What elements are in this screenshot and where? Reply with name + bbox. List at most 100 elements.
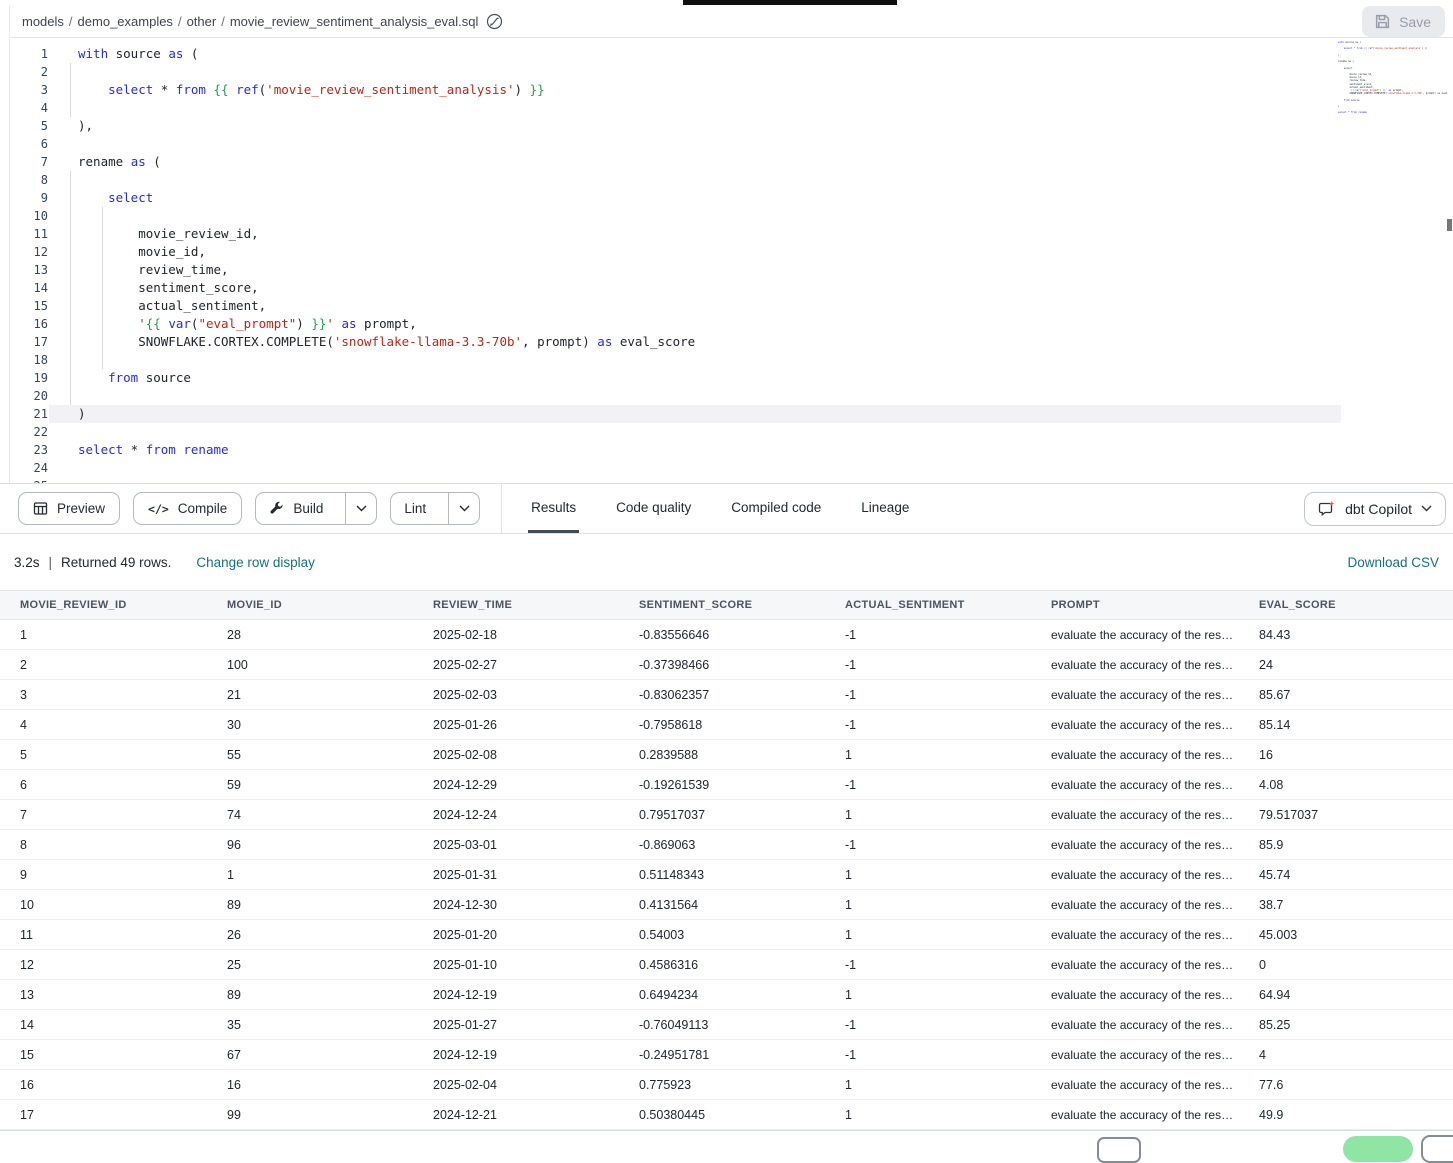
cell-sentiment-score: 0.54003 <box>619 928 825 942</box>
line-number: 2 <box>10 63 48 81</box>
code-token: as <box>597 334 612 349</box>
code-line[interactable]: 21) <box>10 405 1453 423</box>
cell-eval-score: 85.67 <box>1239 688 1453 702</box>
footer-shortcut-button[interactable] <box>1097 1137 1141 1163</box>
breadcrumb-segment[interactable]: demo_examples <box>78 14 173 29</box>
cell-movie-review-id: 12 <box>0 958 207 972</box>
cell-eval-score: 79.517037 <box>1239 808 1453 822</box>
breadcrumb-separator: / <box>178 14 182 29</box>
code-token <box>78 316 138 331</box>
prompt-text: evaluate the accuracy of the res… <box>1051 748 1233 762</box>
breadcrumb-separator: / <box>221 14 225 29</box>
code-line[interactable]: 20 <box>10 387 1453 405</box>
code-line[interactable]: 1with source as ( <box>10 45 1453 63</box>
code-line[interactable]: 3 select * from {{ ref('movie_review_sen… <box>10 81 1453 99</box>
minimap[interactable]: with source as ( select * from {{ ref('m… <box>1338 41 1448 131</box>
code-line[interactable]: 12 movie_id, <box>10 243 1453 261</box>
cell-movie-review-id: 7 <box>0 808 207 822</box>
footer-status-pill[interactable] <box>1343 1136 1413 1162</box>
cell-prompt: evaluate the accuracy of the res…> <box>1031 898 1239 912</box>
code-line[interactable]: 10 <box>10 207 1453 225</box>
code-text: movie_review_id, <box>78 225 259 243</box>
dbt-copilot-button[interactable]: dbt Copilot <box>1304 492 1446 526</box>
save-button[interactable]: Save <box>1362 6 1445 37</box>
cell-movie-review-id: 1 <box>0 628 207 642</box>
line-number: 14 <box>10 279 48 297</box>
download-csv-link[interactable]: Download CSV <box>1347 555 1439 570</box>
code-token: from <box>176 82 206 97</box>
code-text: SNOWFLAKE.CORTEX.COMPLETE('snowflake-lla… <box>78 333 695 351</box>
breadcrumb-segment[interactable]: movie_review_sentiment_analysis_eval.sql <box>230 14 479 29</box>
code-line[interactable]: 15 actual_sentiment, <box>10 297 1453 315</box>
code-line[interactable]: 11 movie_review_id, <box>10 225 1453 243</box>
cell-review-time: 2024-12-19 <box>413 988 619 1002</box>
code-token: ) <box>296 316 304 331</box>
code-line[interactable]: 4 <box>10 99 1453 117</box>
tab-lineage[interactable]: Lineage <box>858 484 912 533</box>
preview-button[interactable]: Preview <box>18 492 120 525</box>
code-token: as <box>131 154 146 169</box>
code-line[interactable]: 19 from source <box>10 369 1453 387</box>
prompt-text: evaluate the accuracy of the res… <box>1051 868 1233 882</box>
code-line[interactable]: 23select * from rename <box>10 441 1453 459</box>
code-line[interactable]: 9 select <box>10 189 1453 207</box>
edit-file-icon[interactable] <box>486 13 503 30</box>
cell-movie-review-id: 14 <box>0 1018 207 1032</box>
breadcrumb-segment[interactable]: models <box>22 14 64 29</box>
cell-eval-score: 16 <box>1239 748 1453 762</box>
code-line[interactable]: 2 <box>10 63 1453 81</box>
code-line[interactable]: 24 <box>10 459 1453 477</box>
code-line[interactable]: 18 <box>10 351 1453 369</box>
footer-outline-button[interactable] <box>1421 1135 1453 1163</box>
build-button[interactable]: Build <box>256 493 336 524</box>
column-header-sentiment_score: SENTIMENT_SCORE <box>619 599 825 611</box>
code-line[interactable]: 14 sentiment_score, <box>10 279 1453 297</box>
minimap-line <box>1338 118 1448 121</box>
cell-actual-sentiment: 1 <box>825 988 1031 1002</box>
tab-code-quality[interactable]: Code quality <box>613 484 694 533</box>
code-text: select * from {{ ref('movie_review_senti… <box>78 81 545 99</box>
build-menu-caret[interactable] <box>345 493 376 524</box>
change-row-display-link[interactable]: Change row display <box>196 555 315 570</box>
line-number: 7 <box>10 153 48 171</box>
line-number: 23 <box>10 441 48 459</box>
editor-scrollbar-thumb[interactable] <box>1447 219 1452 231</box>
code-line[interactable]: 6 <box>10 135 1453 153</box>
code-line[interactable]: 16 '{{ var("eval_prompt") }}' as prompt, <box>10 315 1453 333</box>
cell-actual-sentiment: -1 <box>825 838 1031 852</box>
copilot-chat-icon <box>1318 500 1336 518</box>
code-token: {{ <box>213 82 236 97</box>
results-table: MOVIE_REVIEW_IDMOVIE_IDREVIEW_TIMESENTIM… <box>0 590 1453 1130</box>
code-token: }} <box>304 316 327 331</box>
breadcrumb-segment[interactable]: other <box>187 14 217 29</box>
code-line[interactable]: 5), <box>10 117 1453 135</box>
lint-menu-caret[interactable] <box>448 493 479 524</box>
code-line[interactable]: 22 <box>10 423 1453 441</box>
code-line[interactable]: 17 SNOWFLAKE.CORTEX.COMPLETE('snowflake-… <box>10 333 1453 351</box>
code-text: from source <box>78 369 191 387</box>
code-token: , prompt) <box>522 334 597 349</box>
cell-movie-id: 21 <box>207 688 413 702</box>
preview-label: Preview <box>57 501 105 516</box>
cell-actual-sentiment: 1 <box>825 868 1031 882</box>
copilot-caret-icon <box>1421 505 1432 512</box>
tab-compiled-code[interactable]: Compiled code <box>728 484 824 533</box>
compile-label: Compile <box>178 501 228 516</box>
code-token <box>78 82 108 97</box>
tab-results[interactable]: Results <box>528 484 579 533</box>
code-line[interactable]: 13 review_time, <box>10 261 1453 279</box>
cell-movie-id: 100 <box>207 658 413 672</box>
prompt-text: evaluate the accuracy of the res… <box>1051 1108 1233 1122</box>
code-line[interactable]: 8 <box>10 171 1453 189</box>
code-token <box>78 370 108 385</box>
code-token: {{ <box>146 316 169 331</box>
cell-sentiment-score: -0.83062357 <box>619 688 825 702</box>
line-number: 12 <box>10 243 48 261</box>
line-number: 13 <box>10 261 48 279</box>
code-token: source <box>138 370 191 385</box>
code-line[interactable]: 7rename as ( <box>10 153 1453 171</box>
code-editor[interactable]: 1with source as (23 select * from {{ ref… <box>9 39 1453 483</box>
compile-button[interactable]: </> Compile <box>133 492 242 525</box>
cell-sentiment-score: -0.37398466 <box>619 658 825 672</box>
lint-button[interactable]: Lint <box>391 493 439 524</box>
